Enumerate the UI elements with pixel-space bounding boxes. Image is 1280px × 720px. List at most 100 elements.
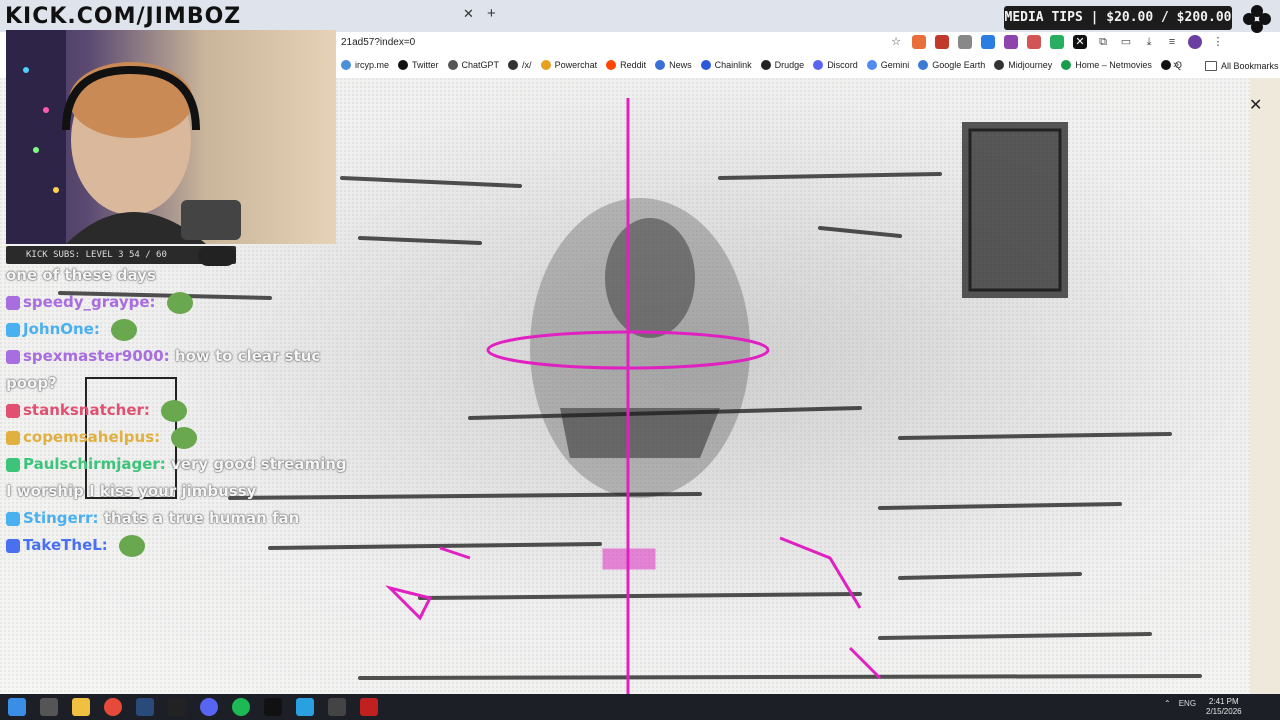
stream-logo: KICK.COM/JIMBOZ <box>5 4 242 29</box>
chat-message: spexmaster9000: how to clear stuc poop? <box>6 343 356 397</box>
bookmark-item[interactable]: Midjourney <box>994 60 1052 70</box>
file-explorer-icon[interactable] <box>72 698 90 716</box>
extension-icon[interactable] <box>935 35 949 49</box>
telegram-icon[interactable] <box>296 698 314 716</box>
bookmark-label: Powerchat <box>554 60 598 70</box>
download-icon[interactable]: ⤓ <box>1142 35 1156 49</box>
bookmark-favicon-icon <box>606 60 617 70</box>
menu-icon[interactable]: ⋮ <box>1211 35 1225 49</box>
terminal-icon[interactable] <box>168 698 186 716</box>
emote-icon <box>171 426 198 449</box>
bookmark-label: Google Earth <box>932 60 986 70</box>
bookmark-favicon-icon <box>918 60 929 70</box>
system-tray: ⌃ ENG <box>1164 699 1196 708</box>
chat-message: stanksnatcher: <box>6 397 356 424</box>
bookmark-favicon-icon <box>508 60 519 70</box>
bookmark-label: ChatGPT <box>461 60 500 70</box>
spotify-icon[interactable] <box>232 698 250 716</box>
close-icon[interactable]: ✕ <box>1249 95 1262 115</box>
emote-icon <box>161 399 188 422</box>
app-icon[interactable] <box>328 698 346 716</box>
bookmark-favicon-icon <box>866 60 877 70</box>
bookmark-favicon-icon <box>1061 60 1072 70</box>
chat-text: thats a true human fan <box>103 509 300 527</box>
chat-username[interactable]: copemsahelpus: <box>23 428 160 446</box>
bookmark-item[interactable]: Gemini <box>866 60 909 70</box>
avatar[interactable] <box>1188 35 1202 49</box>
chevron-up-icon[interactable]: ⌃ <box>1164 699 1171 708</box>
task-view-icon[interactable] <box>40 698 58 716</box>
chat-username[interactable]: Paulschirmjager: <box>23 455 166 473</box>
bookmark-label: Home – Netmovies <box>1075 60 1152 70</box>
chat-username[interactable]: Stingerr: <box>23 509 99 527</box>
clock-date: 2/15/2026 <box>1206 707 1242 716</box>
bookmark-list: ircyp.me Twitter ChatGPT/x/Powerchat Reddit… <box>341 60 1182 70</box>
extension-icon[interactable] <box>958 35 972 49</box>
chat-overlay: one of these days speedy_graype: JohnOne:… <box>6 262 356 559</box>
bookmark-item[interactable]: Chainlink <box>700 60 752 70</box>
new-tab-icon[interactable]: + <box>487 5 496 22</box>
user-badge-icon <box>6 349 20 364</box>
extension-icon[interactable] <box>1004 35 1018 49</box>
webcam-feed <box>6 30 336 244</box>
streamer-image <box>6 30 241 244</box>
user-badge-icon <box>6 403 20 418</box>
bookmark-item[interactable]: Discord <box>813 60 858 70</box>
chat-text: one of these days <box>6 266 156 284</box>
x-app-icon[interactable] <box>264 698 282 716</box>
bookmark-item[interactable]: Google Earth <box>918 60 985 70</box>
bookmark-favicon-icon <box>655 60 666 70</box>
bookmark-item[interactable]: ircyp.me <box>341 60 389 70</box>
bookmark-label: /x/ <box>522 60 532 70</box>
extension-icon[interactable] <box>912 35 926 49</box>
bookmark-favicon-icon <box>447 60 458 70</box>
bookmark-item[interactable]: Reddit <box>606 60 646 70</box>
clock-time: 2:41 PM <box>1208 697 1239 706</box>
bookmark-item[interactable]: Powerchat <box>540 60 598 70</box>
chrome-icon[interactable] <box>104 698 122 716</box>
obs-icon[interactable] <box>360 698 378 716</box>
extension-icon[interactable] <box>1027 35 1041 49</box>
windows-start-icon[interactable] <box>8 698 26 716</box>
bookmark-item[interactable]: Home – Netmovies <box>1061 60 1152 70</box>
chat-message: Paulschirmjager: very good streaming I w… <box>6 451 356 505</box>
star-icon[interactable]: ☆ <box>889 35 903 49</box>
discord-icon[interactable] <box>200 698 218 716</box>
bookmark-label: Drudge <box>774 60 805 70</box>
steam-icon[interactable] <box>136 698 154 716</box>
bookmark-favicon-icon <box>813 60 824 70</box>
chat-username[interactable]: stanksnatcher: <box>23 401 150 419</box>
user-badge-icon <box>6 457 20 472</box>
brand-logo-icon <box>1243 5 1271 33</box>
all-bookmarks-button[interactable]: All Bookmarks <box>1205 61 1279 71</box>
chat-username[interactable]: spexmaster9000: <box>23 347 170 365</box>
x-icon[interactable]: ✕ <box>1073 35 1087 49</box>
bookmark-item[interactable]: Twitter <box>398 60 439 70</box>
puzzle-icon[interactable]: ⧉ <box>1096 35 1110 49</box>
user-badge-icon <box>6 511 20 526</box>
chevron-right-icon[interactable]: » <box>1173 59 1179 71</box>
bookmark-label: Twitter <box>412 60 439 70</box>
bookmark-item[interactable]: News <box>655 60 692 70</box>
emote-icon <box>119 534 146 557</box>
bookmark-item[interactable]: Drudge <box>760 60 805 70</box>
bookmark-label: Chainlink <box>714 60 752 70</box>
extension-icon[interactable]: ≡ <box>1165 35 1179 49</box>
language-indicator[interactable]: ENG <box>1179 699 1196 708</box>
url-text[interactable]: 21ad57?index=0 <box>341 37 415 48</box>
extension-icon[interactable] <box>1050 35 1064 49</box>
chat-username[interactable]: JohnOne: <box>23 320 100 338</box>
chat-username[interactable]: TakeTheL: <box>23 536 108 554</box>
tab-close-icon[interactable]: ✕ <box>463 6 474 22</box>
bookmark-favicon-icon <box>700 60 711 70</box>
bookmark-item[interactable]: ChatGPT <box>447 60 500 70</box>
sidebar-icon[interactable]: ▭ <box>1119 35 1133 49</box>
user-badge-icon <box>6 295 20 310</box>
bookmark-item[interactable]: /x/ <box>508 60 532 70</box>
extension-icon[interactable] <box>981 35 995 49</box>
chat-username[interactable]: speedy_graype: <box>23 293 156 311</box>
emote-icon <box>166 291 193 314</box>
user-badge-icon <box>6 322 20 337</box>
chat-message: Stingerr: thats a true human fan <box>6 505 356 532</box>
clock[interactable]: 2:41 PM 2/15/2026 <box>1206 697 1242 717</box>
